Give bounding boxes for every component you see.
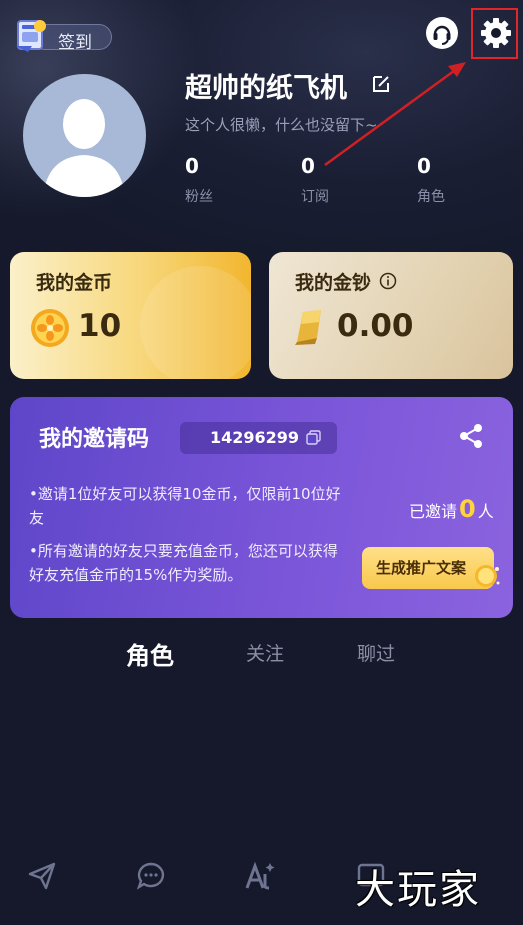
invite-title: 我的邀请码 [39, 427, 150, 452]
gold-bar-icon [295, 310, 321, 345]
copy-icon[interactable] [306, 430, 321, 445]
invited-prefix: 已邀请 [409, 502, 458, 521]
watermark-text: 大玩家 [355, 867, 481, 913]
signin-button[interactable]: 签到 [12, 16, 112, 54]
cash-value: 0.00 [337, 308, 414, 344]
invite-card: 我的邀请码 14296299 •邀请1位好友可以获得10金币，仅限前10位好友 … [10, 397, 513, 618]
gold-coin-icon [31, 309, 69, 347]
tab-roles[interactable]: 角色 [126, 636, 174, 671]
tab-following[interactable]: 关注 [246, 639, 284, 666]
stat-value: 0 [185, 154, 199, 178]
coins-value: 10 [78, 308, 122, 344]
invited-status: 已邀请 0 人 [409, 495, 494, 523]
support-icon[interactable] [425, 16, 459, 50]
info-icon[interactable] [379, 272, 397, 290]
stat-followers[interactable]: 0 粉丝 [185, 154, 213, 206]
stat-subscriptions[interactable]: 0 订阅 [301, 154, 329, 206]
invite-code: 14296299 [210, 428, 300, 447]
share-icon[interactable] [458, 423, 484, 449]
stat-label: 粉丝 [185, 189, 213, 205]
stat-value: 0 [417, 154, 431, 178]
invite-rule: •邀请1位好友可以获得10金币，仅限前10位好友 [29, 485, 341, 527]
decorative-circle [140, 266, 251, 379]
invite-rule: •所有邀请的好友只要充值金币，您还可以获得好友充值金币的15%作为奖励。 [29, 542, 338, 584]
send-icon[interactable] [26, 860, 58, 892]
stat-roles[interactable]: 0 角色 [417, 154, 445, 206]
bio-text: 这个人很懒，什么也没留下~ [185, 116, 378, 134]
invited-count: 0 [459, 495, 476, 523]
cash-card[interactable]: 我的金钞 0.00 [269, 252, 513, 379]
avatar-placeholder-icon [43, 99, 125, 197]
edit-icon[interactable] [370, 73, 392, 95]
annotation-highlight-box [471, 8, 518, 59]
tab-chatted[interactable]: 聊过 [357, 639, 395, 666]
stat-label: 订阅 [301, 189, 329, 205]
avatar[interactable] [23, 74, 146, 197]
coins-title: 我的金币 [36, 272, 113, 294]
cash-title: 我的金钞 [295, 272, 372, 294]
username: 超帅的纸飞机 [185, 73, 347, 104]
signin-book-icon [16, 20, 46, 52]
invite-code-box[interactable]: 14296299 [180, 422, 337, 454]
coin-decoration-icon [475, 565, 500, 587]
coins-card[interactable]: 我的金币 10 [10, 252, 251, 379]
signin-label: 签到 [58, 33, 92, 53]
chat-icon[interactable] [135, 860, 167, 892]
ai-create-icon[interactable] [244, 860, 276, 892]
generate-promo-label: 生成推广文案 [376, 559, 467, 577]
invited-suffix: 人 [477, 502, 494, 521]
stat-value: 0 [301, 154, 315, 178]
stat-label: 角色 [417, 189, 445, 205]
